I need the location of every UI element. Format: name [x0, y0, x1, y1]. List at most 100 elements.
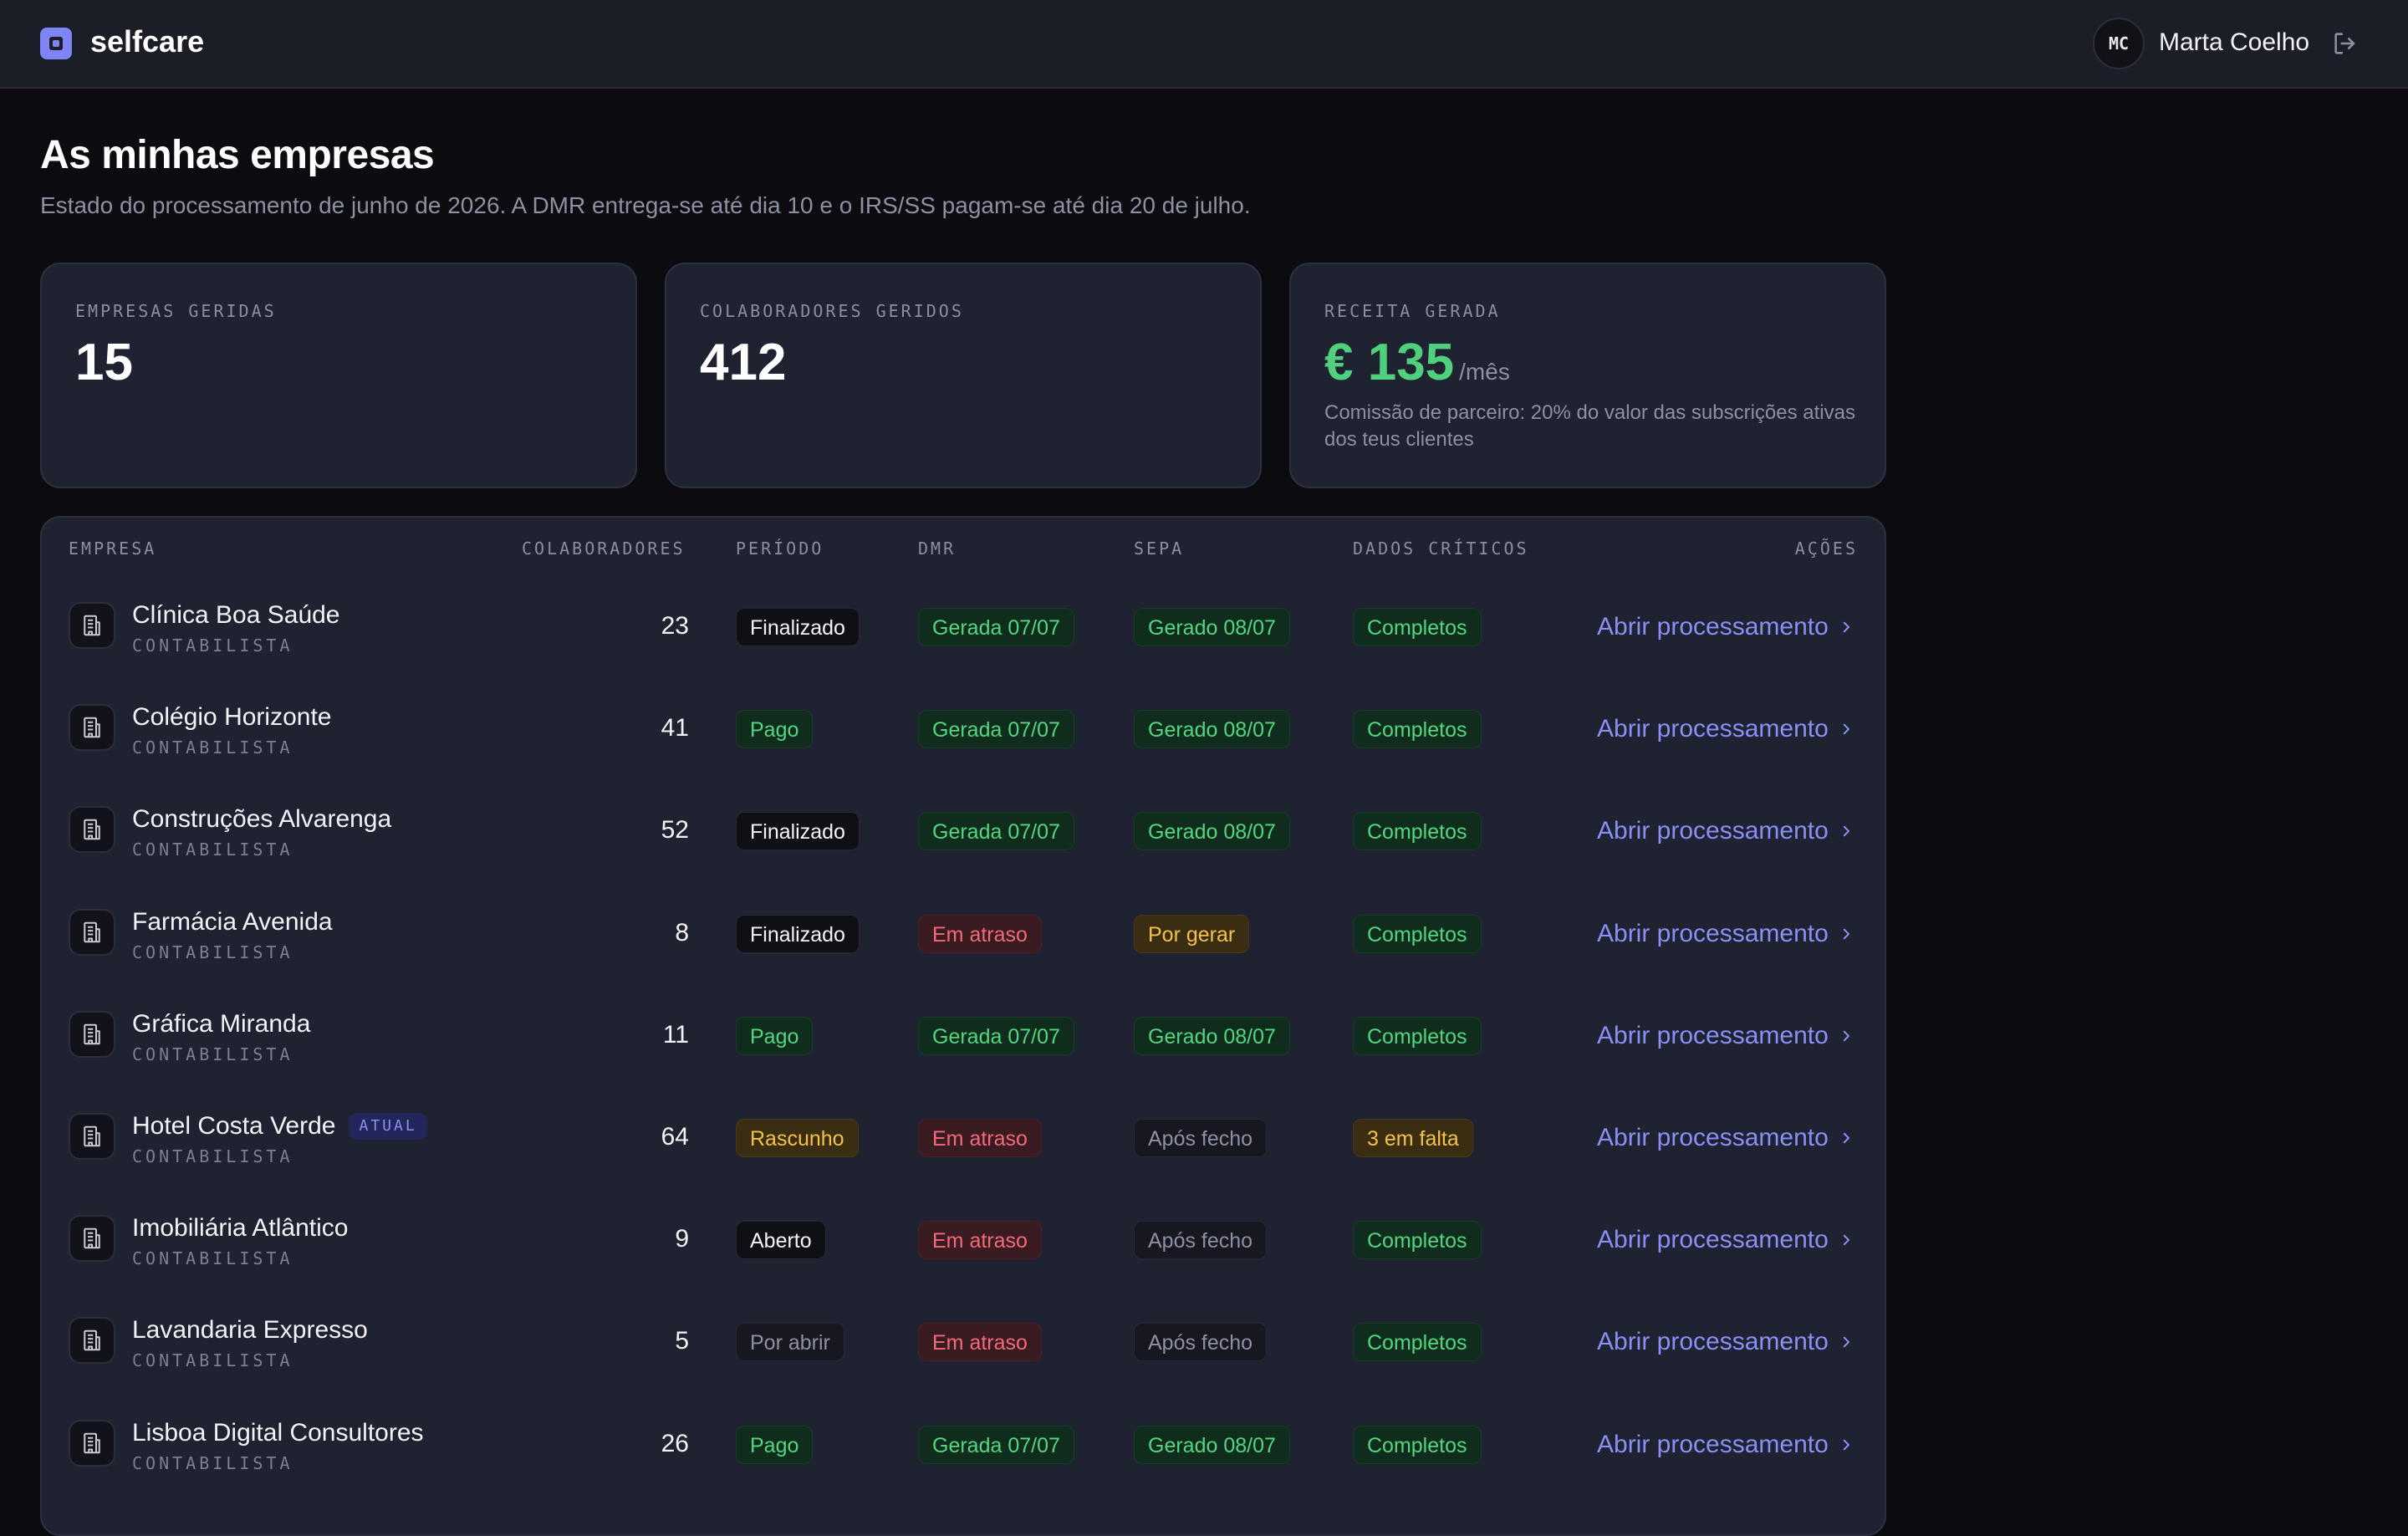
chevron-right-icon — [1843, 1234, 1849, 1246]
company-name[interactable]: Colégio Horizonte — [132, 702, 331, 733]
company-name-text[interactable]: Lisboa Digital Consultores — [132, 1419, 424, 1447]
dmr-status-badge: Em atraso — [918, 1221, 1042, 1260]
stat-label: EMPRESAS GERIDAS — [75, 301, 277, 321]
column-header-empresa[interactable]: EMPRESA — [69, 536, 156, 561]
sepa-status-badge: Após fecho — [1134, 1221, 1268, 1260]
dmr-status-badge: Gerada 07/07 — [918, 1016, 1074, 1055]
collaborators-count: 64 — [661, 1123, 689, 1151]
open-processing-link[interactable]: Abrir processamento — [1597, 710, 1854, 748]
stat-value: 412 — [700, 334, 787, 391]
dmr-status-badge: Gerada 07/07 — [918, 812, 1074, 851]
table-row[interactable]: Colégio Horizonte CONTABILISTA 41 Pago Gerad… — [42, 676, 1885, 778]
sepa-status-badge: Gerado 08/07 — [1134, 608, 1290, 646]
chevron-right-icon — [1843, 1337, 1849, 1348]
revenue-note: Comissão de parceiro: 20% do valor das s… — [1324, 401, 1855, 451]
stat-card-colaboradores: COLABORADORES GERIDOS 412 — [665, 263, 1262, 488]
open-processing-link[interactable]: Abrir processamento — [1597, 1017, 1854, 1055]
company-name[interactable]: Clínica Boa Saúde — [132, 600, 340, 631]
column-header-periodo[interactable]: PERÍODO — [736, 536, 824, 561]
logout-icon[interactable] — [2331, 29, 2360, 58]
chevron-right-icon — [1843, 621, 1849, 633]
open-processing-label[interactable]: Abrir processamento — [1597, 812, 1829, 850]
period-status-badge: Pago — [736, 710, 814, 749]
column-header-sepa[interactable]: SEPA — [1134, 536, 1184, 561]
period-status-badge: Por abrir — [736, 1323, 844, 1362]
building-icon — [69, 806, 115, 854]
sepa-status-badge: Gerado 08/07 — [1134, 1016, 1290, 1055]
open-processing-label[interactable]: Abrir processamento — [1597, 1119, 1829, 1157]
sepa-status-badge: Após fecho — [1134, 1323, 1268, 1362]
open-processing-label[interactable]: Abrir processamento — [1597, 915, 1829, 953]
open-processing-link[interactable]: Abrir processamento — [1597, 1426, 1854, 1464]
page-subtitle: Estado do processamento de junho de 2026… — [40, 192, 1251, 218]
open-processing-label[interactable]: Abrir processamento — [1597, 608, 1829, 646]
companies-table: EMPRESA COLABORADORES PERÍODO DMR SEPA D… — [40, 516, 1886, 1536]
column-header-dados-criticos[interactable]: DADOS CRÍTICOS — [1353, 536, 1529, 561]
open-processing-link[interactable]: Abrir processamento — [1597, 1323, 1854, 1361]
revenue-unit: /mês — [1459, 359, 1510, 385]
open-processing-link[interactable]: Abrir processamento — [1597, 915, 1854, 953]
company-role: CONTABILISTA — [132, 1248, 293, 1269]
company-name[interactable]: Construções Alvarenga — [132, 804, 391, 835]
square-logo-icon — [40, 28, 72, 59]
building-icon — [69, 1113, 115, 1160]
table-row[interactable]: Hotel Costa Verde ATUAL CONTABILISTA 64 Rasc… — [42, 1085, 1885, 1187]
sepa-status-badge: Por gerar — [1134, 914, 1250, 953]
column-header-dmr[interactable]: DMR — [918, 536, 956, 561]
open-processing-label[interactable]: Abrir processamento — [1597, 1426, 1829, 1464]
app-logo-text[interactable]: selfcare — [90, 23, 204, 60]
company-name[interactable]: Gráfica Miranda — [132, 1008, 310, 1040]
critical-data-status-badge: Completos — [1353, 812, 1482, 851]
company-name-text[interactable]: Construções Alvarenga — [132, 805, 391, 833]
table-row[interactable]: Clínica Boa Saúde CONTABILISTA 23 Finalizad… — [42, 574, 1885, 676]
critical-data-status-badge: Completos — [1353, 1016, 1482, 1055]
company-name-text[interactable]: Gráfica Miranda — [132, 1010, 310, 1038]
company-name-text[interactable]: Imobiliária Atlântico — [132, 1214, 348, 1242]
company-name[interactable]: Imobiliária Atlântico — [132, 1212, 348, 1244]
stat-card-empresas: EMPRESAS GERIDAS 15 — [40, 263, 637, 488]
open-processing-link[interactable]: Abrir processamento — [1597, 812, 1854, 850]
company-name[interactable]: Lavandaria Expresso — [132, 1314, 368, 1346]
collaborators-count: 41 — [661, 714, 689, 742]
table-row[interactable]: Construções Alvarenga CONTABILISTA 52 Final… — [42, 778, 1885, 880]
chevron-right-icon — [1843, 826, 1849, 837]
open-processing-label[interactable]: Abrir processamento — [1597, 710, 1829, 748]
building-icon — [69, 1419, 115, 1467]
critical-data-status-badge: Completos — [1353, 914, 1482, 953]
open-processing-link[interactable]: Abrir processamento — [1597, 1221, 1854, 1259]
user-name[interactable]: Marta Coelho — [2159, 26, 2309, 59]
company-name[interactable]: Farmácia Avenida — [132, 906, 333, 938]
sepa-status-badge: Gerado 08/07 — [1134, 710, 1290, 749]
table-row[interactable]: Imobiliária Atlântico CONTABILISTA 9 Aberto… — [42, 1187, 1885, 1289]
company-role: CONTABILISTA — [132, 1146, 293, 1166]
period-status-badge: Aberto — [736, 1221, 826, 1260]
company-role: CONTABILISTA — [132, 839, 293, 860]
dmr-status-badge: Gerada 07/07 — [918, 1425, 1074, 1464]
period-status-badge: Rascunho — [736, 1119, 859, 1157]
company-name[interactable]: Hotel Costa Verde ATUAL — [132, 1110, 427, 1142]
table-row[interactable]: Lisboa Digital Consultores CONTABILISTA 26… — [42, 1392, 1885, 1494]
open-processing-label[interactable]: Abrir processamento — [1597, 1017, 1829, 1055]
revenue-amount: € 135 — [1324, 334, 1455, 391]
company-name-text[interactable]: Hotel Costa Verde — [132, 1112, 335, 1140]
table-row[interactable]: Gráfica Miranda CONTABILISTA 11 Pago Gerada … — [42, 983, 1885, 1085]
chevron-right-icon — [1843, 723, 1849, 735]
collaborators-count: 8 — [675, 918, 689, 947]
table-row[interactable]: Farmácia Avenida CONTABILISTA 8 Finalizado E… — [42, 881, 1885, 983]
table-row[interactable]: Lavandaria Expresso CONTABILISTA 5 Por abri… — [42, 1289, 1885, 1391]
company-name-text[interactable]: Lavandaria Expresso — [132, 1316, 368, 1344]
critical-data-status-badge: 3 em falta — [1353, 1119, 1473, 1157]
company-name-text[interactable]: Colégio Horizonte — [132, 703, 331, 731]
company-name[interactable]: Lisboa Digital Consultores — [132, 1417, 424, 1449]
open-processing-link[interactable]: Abrir processamento — [1597, 1119, 1854, 1157]
avatar[interactable]: MC — [2093, 18, 2145, 69]
open-processing-label[interactable]: Abrir processamento — [1597, 1221, 1829, 1259]
critical-data-status-badge: Completos — [1353, 710, 1482, 749]
company-name-text[interactable]: Clínica Boa Saúde — [132, 601, 340, 629]
company-name-text[interactable]: Farmácia Avenida — [132, 908, 333, 936]
open-processing-label[interactable]: Abrir processamento — [1597, 1323, 1829, 1361]
company-role: CONTABILISTA — [132, 737, 293, 758]
column-header-colaboradores[interactable]: COLABORADORES — [522, 536, 686, 561]
open-processing-link[interactable]: Abrir processamento — [1597, 608, 1854, 646]
page-title: As minhas empresas — [40, 133, 435, 177]
